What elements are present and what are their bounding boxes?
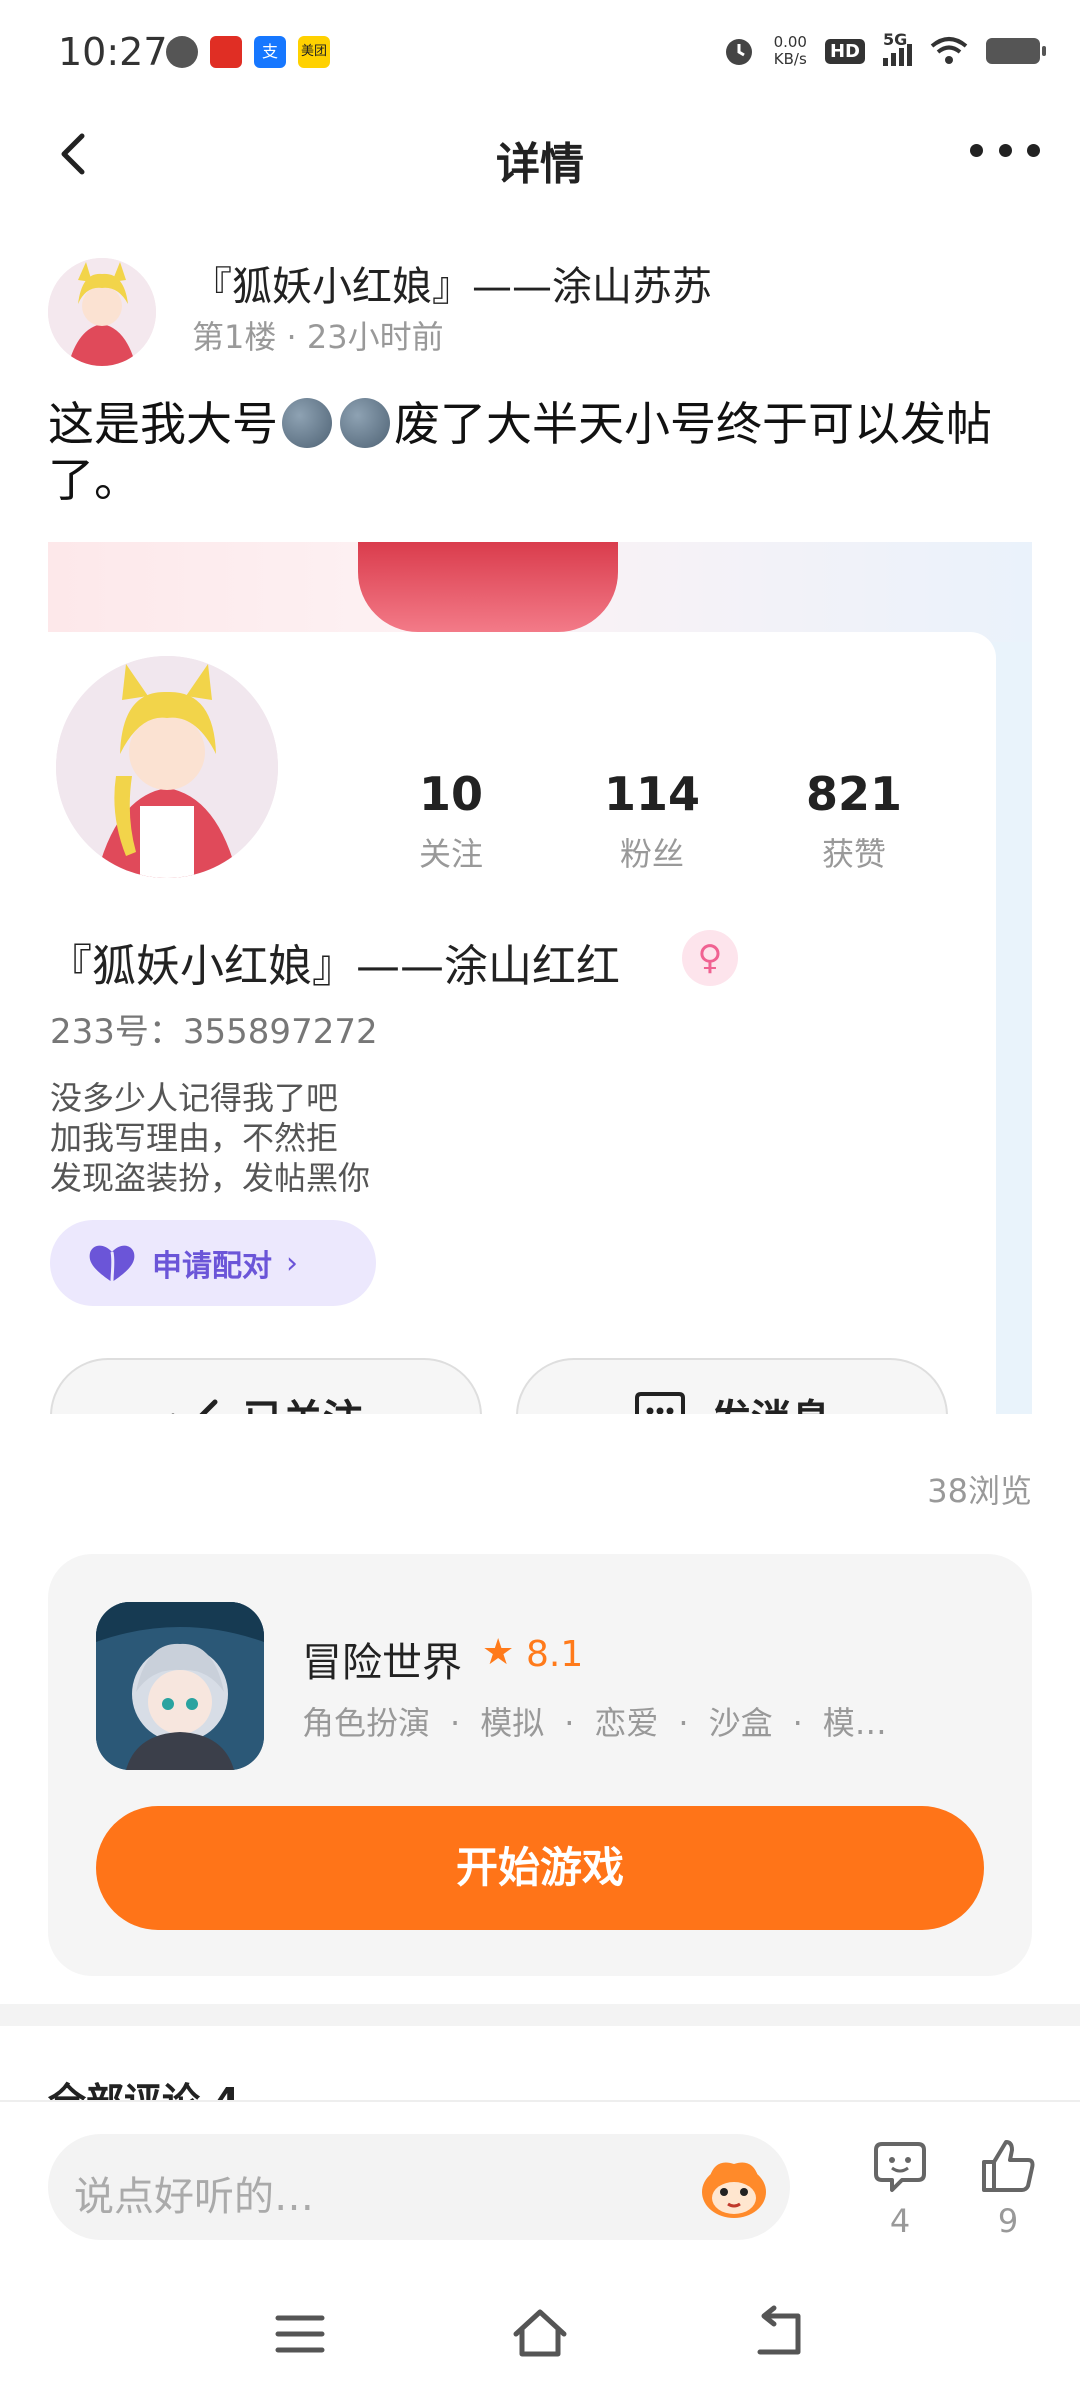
signal-icon: 5G bbox=[883, 30, 912, 66]
net-speed: 0.00 KB/s bbox=[773, 33, 807, 68]
game-name: 冒险世界 bbox=[302, 1640, 462, 1686]
moon-emoji-icon bbox=[340, 398, 390, 448]
thumbs-up-icon bbox=[982, 2140, 1035, 2192]
profile-banner bbox=[48, 542, 1032, 642]
moon-emoji-icon bbox=[282, 398, 332, 448]
comments-heading: 全部评论 4 bbox=[48, 2080, 240, 2102]
hd-icon: HD bbox=[824, 38, 865, 64]
message-icon bbox=[635, 1392, 685, 1414]
star-icon: ★ bbox=[482, 1632, 515, 1673]
status-time: 10:27 bbox=[58, 30, 168, 74]
game-icon-image bbox=[96, 1602, 264, 1770]
alipay-icon: 支 bbox=[254, 36, 286, 68]
profile-name: 『狐妖小红娘』——涂山红红 bbox=[48, 941, 620, 992]
system-nav-bar bbox=[0, 2260, 1080, 2400]
pinduoduo-icon bbox=[210, 36, 242, 68]
more-options-icon[interactable] bbox=[970, 130, 1040, 170]
page-title: 详情 bbox=[496, 139, 584, 190]
post-floor: 第1楼 bbox=[192, 318, 277, 356]
stat-likes[interactable]: 821 获赞 bbox=[774, 767, 934, 875]
game-tag: 模… bbox=[822, 1704, 887, 1742]
alarm-icon bbox=[725, 39, 752, 65]
banner-character-image bbox=[358, 542, 618, 632]
comment-count: 4 bbox=[889, 2202, 911, 2240]
comment-input[interactable]: 说点好听的… bbox=[48, 2134, 790, 2240]
profile-bio: 没多少人记得我了吧 加我写理由，不然拒 发现盗装扮，发帖黑你 bbox=[50, 1079, 371, 1197]
post-time: 23小时前 bbox=[306, 318, 444, 356]
game-tag: 恋爱 bbox=[594, 1704, 659, 1742]
profile-id: 233号：355897272 bbox=[50, 1012, 378, 1052]
wifi-icon bbox=[930, 37, 968, 64]
stat-following[interactable]: 10 关注 bbox=[371, 767, 531, 875]
like-button[interactable]: 9 bbox=[978, 2138, 1038, 2240]
status-bar: 10:27 支 美团 0.00 KB/s HD 5G bbox=[0, 0, 1080, 110]
heart-icon bbox=[89, 1245, 135, 1283]
mascot-emoji-icon[interactable] bbox=[696, 2152, 772, 2222]
game-tag: 角色扮演 bbox=[302, 1704, 431, 1742]
following-button[interactable]: 已关注 bbox=[50, 1358, 482, 1414]
chevron-right-icon: › bbox=[286, 1245, 298, 1281]
post-body: 这是我大号 废了大半天小号终于可以发帖了。 bbox=[48, 397, 992, 507]
pair-request-button[interactable]: 申请配对 › bbox=[50, 1220, 376, 1306]
author-name[interactable]: 『狐妖小红娘』——涂山苏苏 bbox=[192, 254, 712, 312]
game-card[interactable]: 冒险世界 ★ 8.1 角色扮演 · 模拟 · 恋爱 · 沙盒 · 模… 开始游戏 bbox=[48, 1554, 1032, 1976]
bottom-action-bar: 说点好听的… 4 9 bbox=[0, 2100, 1080, 2262]
game-icon[interactable] bbox=[96, 1602, 264, 1770]
menu-icon[interactable] bbox=[270, 2304, 330, 2364]
back-nav-icon[interactable] bbox=[750, 2304, 810, 2364]
game-tags: 角色扮演 · 模拟 · 恋爱 · 沙盒 · 模… bbox=[302, 1704, 887, 1742]
section-divider bbox=[0, 2004, 1080, 2026]
game-tag: 模拟 bbox=[480, 1704, 545, 1742]
start-game-button[interactable]: 开始游戏 bbox=[96, 1806, 984, 1930]
profile-card-body: 10 关注 114 粉丝 821 获赞 『狐妖小红娘』——涂山红红 ♀ 233号… bbox=[48, 632, 996, 1414]
comment-count-button[interactable]: 4 bbox=[870, 2138, 930, 2240]
check-icon bbox=[171, 1399, 218, 1414]
post-meta: 第1楼 · 23小时前 bbox=[192, 318, 444, 356]
status-right-icons: 0.00 KB/s HD 5G bbox=[722, 30, 1046, 68]
view-count: 38浏览 bbox=[927, 1472, 1032, 1510]
game-rating: 8.1 bbox=[526, 1634, 584, 1675]
avatar-image bbox=[48, 258, 156, 366]
meituan-icon: 美团 bbox=[298, 36, 330, 68]
comment-placeholder: 说点好听的… bbox=[74, 2174, 314, 2220]
battery-icon bbox=[986, 38, 1046, 64]
stat-followers[interactable]: 114 粉丝 bbox=[572, 767, 732, 875]
female-gender-icon: ♀ bbox=[682, 930, 738, 986]
comment-icon bbox=[874, 2142, 926, 2192]
send-message-button[interactable]: 发消息 bbox=[516, 1358, 948, 1414]
home-icon[interactable] bbox=[510, 2304, 570, 2364]
like-count: 9 bbox=[997, 2202, 1019, 2240]
profile-card[interactable]: 10 关注 114 粉丝 821 获赞 『狐妖小红娘』——涂山红红 ♀ 233号… bbox=[48, 542, 1032, 1414]
profile-avatar[interactable] bbox=[52, 652, 282, 882]
profile-avatar-image bbox=[56, 656, 278, 878]
author-avatar[interactable] bbox=[48, 258, 156, 366]
wechat-icon bbox=[166, 36, 198, 68]
app-header: 详情 bbox=[0, 110, 1080, 200]
game-tag: 沙盒 bbox=[708, 1704, 773, 1742]
